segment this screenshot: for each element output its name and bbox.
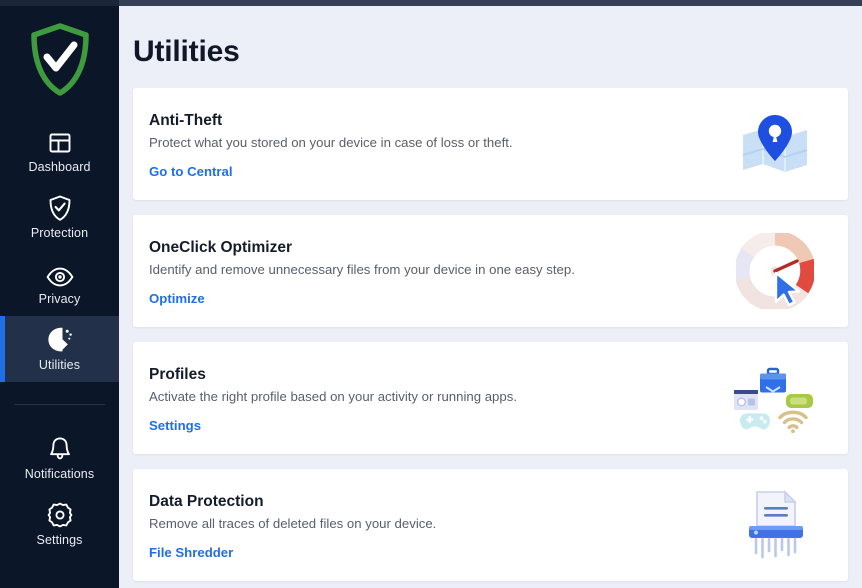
card-description: Protect what you stored on your device i… [149,134,513,150]
card-text: Anti-Theft Protect what you stored on yo… [149,88,720,200]
card-text: Data Protection Remove all traces of del… [149,469,720,581]
sidebar-item-protection[interactable]: Protection [0,184,119,250]
card-data-protection[interactable]: Data Protection Remove all traces of del… [133,469,848,581]
utilities-icon [46,327,74,353]
bell-icon [48,436,72,462]
card-title: OneClick Optimizer [149,238,292,256]
profiles-settings-link[interactable]: Settings [149,418,201,434]
wifi-icon [778,410,808,434]
window-body: Dashboard Protection Privacy Utilities N… [0,6,862,588]
profiles-cluster-art-icon [720,342,830,454]
sidebar-item-dashboard[interactable]: Dashboard [0,118,119,184]
sidebar-item-utilities[interactable]: Utilities [0,316,119,382]
sidebar-item-privacy[interactable]: Privacy [0,250,119,316]
card-title: Profiles [149,365,206,383]
card-profiles[interactable]: Profiles Activate the right profile base… [133,342,848,454]
media-projector-icon [734,390,758,410]
card-title: Anti-Theft [149,111,223,129]
gauge-cursor-art-icon [720,215,830,327]
app-window: Dashboard Protection Privacy Utilities N… [0,0,862,588]
battery-icon [786,394,813,408]
sidebar-item-notifications[interactable]: Notifications [0,425,119,491]
card-text: OneClick Optimizer Identify and remove u… [149,215,720,327]
page-title: Utilities [133,35,240,68]
file-shredder-link[interactable]: File Shredder [149,545,233,561]
card-description: Remove all traces of deleted files on yo… [149,515,437,531]
briefcase-icon [760,367,786,393]
gamepad-icon [740,413,770,430]
card-title: Data Protection [149,492,264,510]
card-anti-theft[interactable]: Anti-Theft Protect what you stored on yo… [133,88,848,200]
optimize-link[interactable]: Optimize [149,291,205,307]
dashboard-icon [48,129,72,155]
sidebar-divider [14,404,105,405]
utilities-card-list: Anti-Theft Protect what you stored on yo… [119,72,862,581]
sidebar: Dashboard Protection Privacy Utilities N… [0,6,119,588]
sidebar-item-settings[interactable]: Settings [0,491,119,557]
card-oneclick-optimizer[interactable]: OneClick Optimizer Identify and remove u… [133,215,848,327]
map-pin-lock-art-icon [720,88,830,200]
main-content: Utilities Anti-Theft Protect what you st… [119,6,862,588]
shield-check-icon [48,195,72,221]
go-to-central-link[interactable]: Go to Central [149,164,233,180]
sidebar-item-label: Protection [30,225,89,240]
app-logo [0,6,119,118]
file-shredder-art-icon [720,469,830,581]
sidebar-item-label: Utilities [38,357,81,372]
sidebar-item-label: Dashboard [28,159,91,174]
sidebar-item-label: Settings [36,532,83,547]
card-description: Activate the right profile based on your… [149,388,517,404]
card-text: Profiles Activate the right profile base… [149,342,720,454]
shield-check-logo-icon [29,22,91,102]
sidebar-item-label: Privacy [38,291,81,306]
gear-icon [47,502,73,528]
eye-icon [45,261,74,287]
sidebar-item-label: Notifications [24,466,95,481]
card-description: Identify and remove unnecessary files fr… [149,261,575,277]
